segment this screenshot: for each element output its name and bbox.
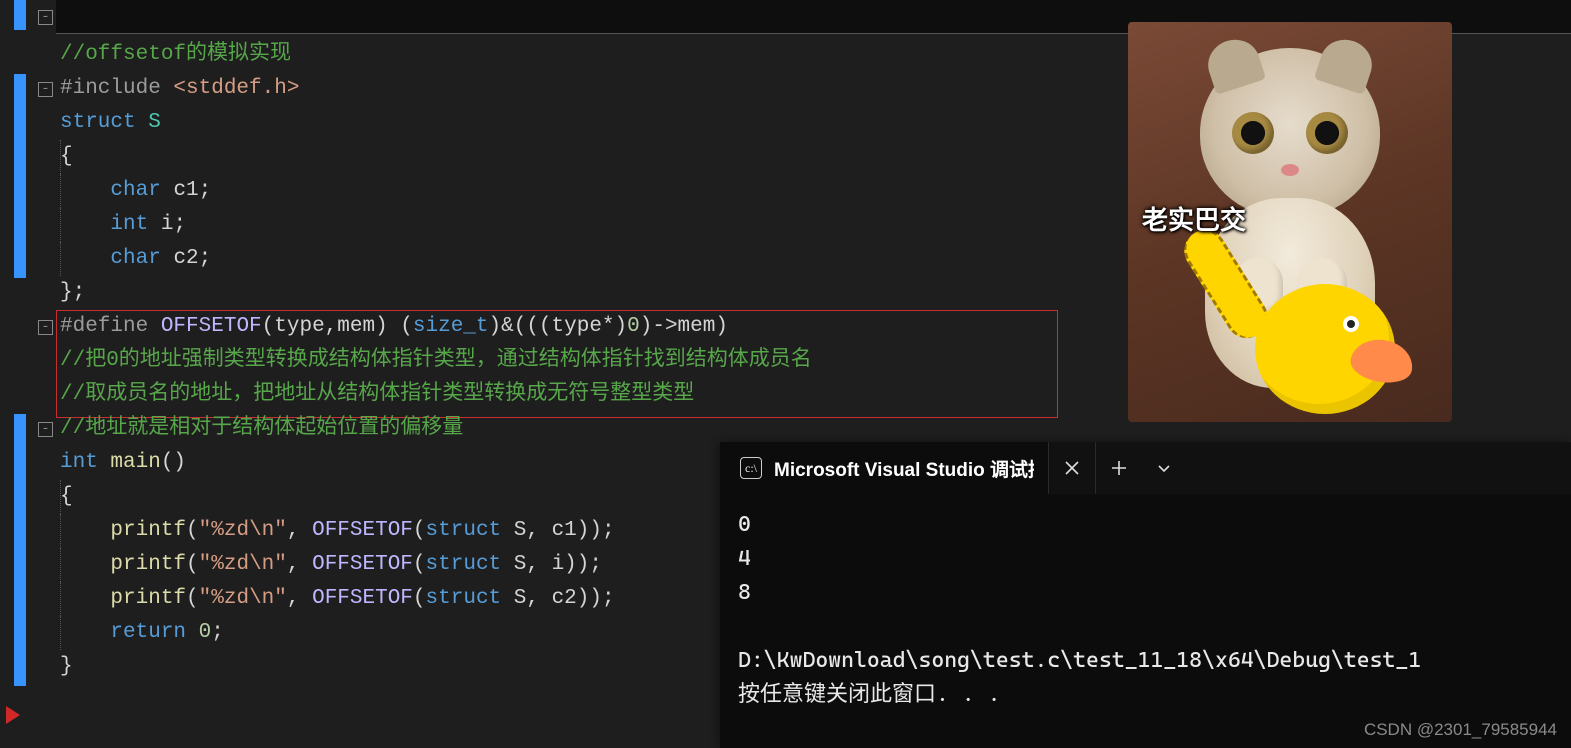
tab-dropdown-button[interactable] <box>1141 442 1187 494</box>
chevron-down-icon <box>1156 460 1172 476</box>
duck-bag-illustration <box>1185 254 1395 414</box>
terminal-output[interactable]: 0 4 8 D:\KwDownload\song\test.c\test_11_… <box>720 494 1571 726</box>
close-icon <box>1064 460 1080 476</box>
plus-icon <box>1111 460 1127 476</box>
fold-toggle[interactable]: - <box>38 10 53 25</box>
output-line: 4 <box>738 546 751 571</box>
terminal-tab[interactable]: c:\ Microsoft Visual Studio 调试控 <box>720 442 1049 494</box>
output-path: D:\KwDownload\song\test.c\test_11_18\x64… <box>738 648 1421 673</box>
terminal-icon: c:\ <box>740 457 762 479</box>
output-prompt: 按任意键关闭此窗口. . . <box>738 682 1000 707</box>
debug-console-window: c:\ Microsoft Visual Studio 调试控 0 4 8 D:… <box>720 442 1571 748</box>
meme-image-overlay: 老实巴交 <box>1128 22 1452 422</box>
bookmark-icon[interactable] <box>14 0 26 30</box>
output-line: 0 <box>738 512 751 537</box>
close-tab-button[interactable] <box>1049 442 1095 494</box>
watermark-text: CSDN @2301_79585944 <box>1364 720 1557 740</box>
new-tab-button[interactable] <box>1095 442 1141 494</box>
terminal-tab-title: Microsoft Visual Studio 调试控 <box>774 455 1034 482</box>
meme-caption: 老实巴交 <box>1142 200 1246 237</box>
breakpoint-indicator-icon[interactable] <box>6 706 20 724</box>
output-line: 8 <box>738 580 751 605</box>
terminal-tabbar: c:\ Microsoft Visual Studio 调试控 <box>720 442 1571 494</box>
comment-text: //offsetof的模拟实现 <box>60 43 291 66</box>
